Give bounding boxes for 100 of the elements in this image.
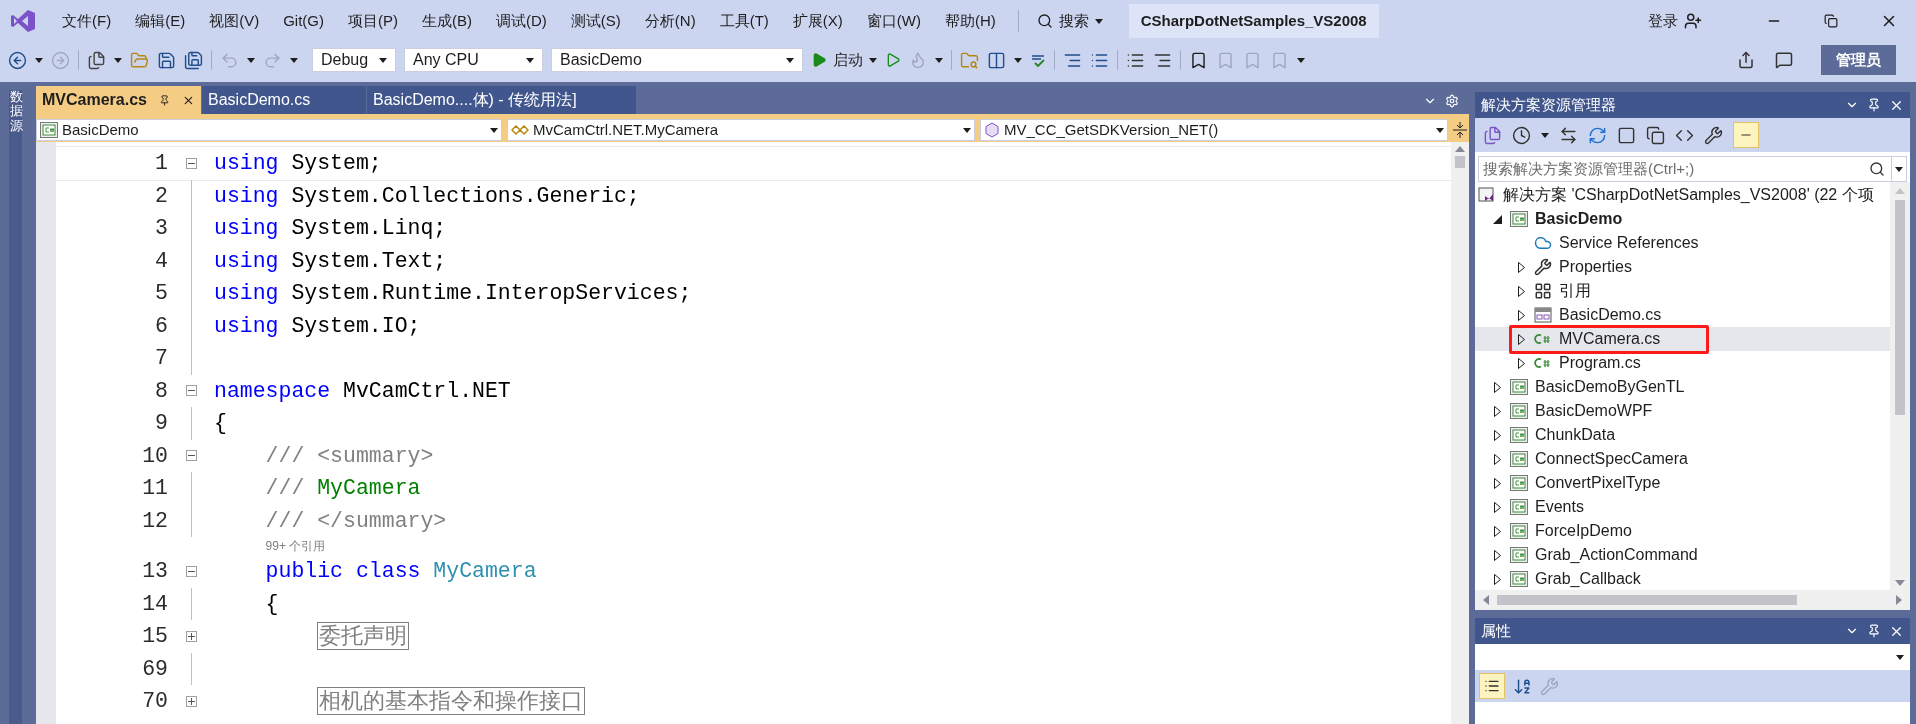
member-dropdown[interactable]: MV_CC_GetSDKVersion_NET() [980, 119, 1448, 141]
collapsed-arrow-icon[interactable] [1517, 261, 1525, 273]
collapsed-arrow-icon[interactable] [1493, 453, 1501, 465]
refresh-icon[interactable] [1588, 125, 1607, 145]
project-dropdown[interactable]: BasicDemo [36, 119, 502, 141]
expand-toggle[interactable] [185, 630, 197, 642]
document-tab[interactable]: MVCamera.cs [36, 86, 201, 114]
collapsed-arrow-icon[interactable] [1493, 429, 1501, 441]
reference-count[interactable]: 99+ 个引用 [265, 540, 326, 552]
collapsed-arrow-icon[interactable] [1493, 501, 1501, 513]
search-field[interactable]: 搜索解决方案资源管理器(Ctrl+;) [1478, 156, 1907, 182]
collapsed-region[interactable]: 相机的基本指令和操作接口 [317, 687, 586, 716]
collapse-toggle[interactable] [185, 157, 197, 169]
tree-item[interactable]: BasicDemoWPF [1475, 399, 1890, 423]
new-item-icon[interactable] [87, 50, 106, 70]
type-dropdown[interactable]: MvCamCtrl.NET.MyCamera [507, 119, 975, 141]
layout-icon[interactable] [987, 50, 1006, 70]
collapsed-arrow-icon[interactable] [1517, 333, 1525, 345]
tree-item[interactable]: ForceIpDemo [1475, 519, 1890, 543]
account-icon[interactable] [1684, 12, 1702, 30]
menu-item[interactable]: 调试(D) [484, 5, 559, 37]
tree-item[interactable]: BasicDemo.cs [1475, 303, 1890, 327]
tree-item[interactable]: 引用 [1475, 279, 1890, 303]
scroll-left-icon[interactable] [1483, 595, 1489, 605]
menu-item[interactable]: 分析(N) [632, 5, 708, 37]
menu-item[interactable]: 窗口(W) [854, 5, 933, 37]
startup-project-dropdown[interactable]: BasicDemo [551, 48, 803, 72]
scroll-up-icon[interactable] [1455, 146, 1465, 152]
tree-item[interactable]: Grab_ActionCommand [1475, 543, 1890, 567]
collapsed-arrow-icon[interactable] [1517, 357, 1525, 369]
scroll-right-icon[interactable] [1896, 595, 1902, 605]
collapse-toggle[interactable] [185, 565, 197, 577]
categorized-toggle[interactable] [1479, 673, 1505, 699]
tree-item[interactable]: Events [1475, 495, 1890, 519]
menu-item[interactable]: 生成(B) [410, 5, 484, 37]
sort-icon[interactable] [1513, 676, 1532, 696]
tree-item[interactable]: Service References [1475, 231, 1890, 255]
menu-item[interactable]: 帮助(H) [932, 5, 1008, 37]
data-sources-tab[interactable]: 数据源 [8, 90, 22, 724]
share-icon[interactable] [1737, 51, 1755, 69]
back-icon[interactable] [8, 50, 27, 70]
settings-icon[interactable] [1445, 94, 1459, 108]
tree-item[interactable]: MVCamera.cs [1475, 327, 1890, 351]
scroll-down-icon[interactable] [1895, 580, 1905, 586]
admin-button[interactable]: 管理员 [1821, 45, 1896, 75]
pin-icon[interactable] [158, 93, 171, 107]
restore-button[interactable] [1824, 14, 1838, 28]
tree-item[interactable]: BasicDemoByGenTL [1475, 375, 1890, 399]
sync-arrows-icon[interactable] [1559, 125, 1578, 145]
collapse-toggle[interactable] [185, 450, 197, 462]
bookmark-icon[interactable] [1189, 50, 1208, 70]
pin-icon[interactable] [1867, 624, 1881, 638]
menu-item[interactable]: Git(G) [271, 5, 336, 37]
save-all-icon[interactable] [184, 50, 203, 70]
collapsed-arrow-icon[interactable] [1493, 549, 1501, 561]
start-button[interactable]: 启动 [811, 48, 877, 72]
tree-item[interactable]: ConvertPixelType [1475, 471, 1890, 495]
collapsed-arrow-icon[interactable] [1517, 309, 1525, 321]
tree-item[interactable]: BasicDemo [1475, 207, 1890, 231]
menu-item[interactable]: 编辑(E) [123, 5, 198, 37]
platform-dropdown[interactable]: Any CPU [404, 48, 543, 72]
collapsed-arrow-icon[interactable] [1493, 405, 1501, 417]
tree-item[interactable]: Program.cs [1475, 351, 1890, 375]
save-icon[interactable] [157, 50, 176, 70]
search-button[interactable]: 搜索 [1028, 9, 1111, 33]
show-all-files-icon[interactable] [1646, 125, 1665, 145]
tree-item[interactable]: ChunkData [1475, 423, 1890, 447]
switch-views-icon[interactable] [1483, 125, 1502, 145]
menu-item[interactable]: 扩展(X) [780, 5, 855, 37]
menu-item[interactable]: 工具(T) [707, 5, 781, 37]
tree-item[interactable]: 解决方案 'CSharpDotNetSamples_VS2008' (22 个项 [1475, 183, 1890, 207]
pin-icon[interactable] [1867, 98, 1881, 112]
expanded-arrow-icon[interactable] [1492, 214, 1502, 224]
collapsed-region[interactable]: 委托声明 [317, 622, 410, 651]
preview-toggle[interactable] [1733, 122, 1759, 148]
expand-toggle[interactable] [185, 695, 197, 707]
app-logo[interactable] [10, 8, 36, 34]
scrollbar-thumb[interactable] [1455, 156, 1465, 168]
collapsed-arrow-icon[interactable] [1517, 285, 1525, 297]
collapsed-arrow-icon[interactable] [1493, 525, 1501, 537]
scrollbar-thumb[interactable] [1497, 595, 1797, 605]
collapse-all-icon[interactable] [1617, 125, 1636, 145]
document-tab[interactable]: BasicDemo.cs [201, 86, 366, 114]
feedback-icon[interactable] [1775, 51, 1793, 69]
menu-item[interactable]: 项目(P) [336, 5, 410, 37]
scrollbar-thumb[interactable] [1895, 200, 1905, 415]
collapsed-arrow-icon[interactable] [1493, 573, 1501, 585]
history-icon[interactable] [1512, 125, 1531, 145]
start-without-debugging-icon[interactable] [885, 52, 901, 68]
document-tab[interactable]: BasicDemo....体) - 传统用法] [366, 86, 636, 114]
collapsed-arrow-icon[interactable] [1493, 381, 1501, 393]
split-icon[interactable] [1453, 122, 1467, 138]
collapsed-arrow-icon[interactable] [1493, 477, 1501, 489]
tree-item[interactable]: Properties [1475, 255, 1890, 279]
menu-item[interactable]: 视图(V) [197, 5, 272, 37]
wrench-icon[interactable] [1704, 125, 1723, 145]
menu-item[interactable]: 文件(F) [50, 5, 124, 37]
collapse-toggle[interactable] [185, 385, 197, 397]
tree-item[interactable]: ConnectSpecCamera [1475, 447, 1890, 471]
spell-check-icon[interactable] [1030, 52, 1046, 68]
